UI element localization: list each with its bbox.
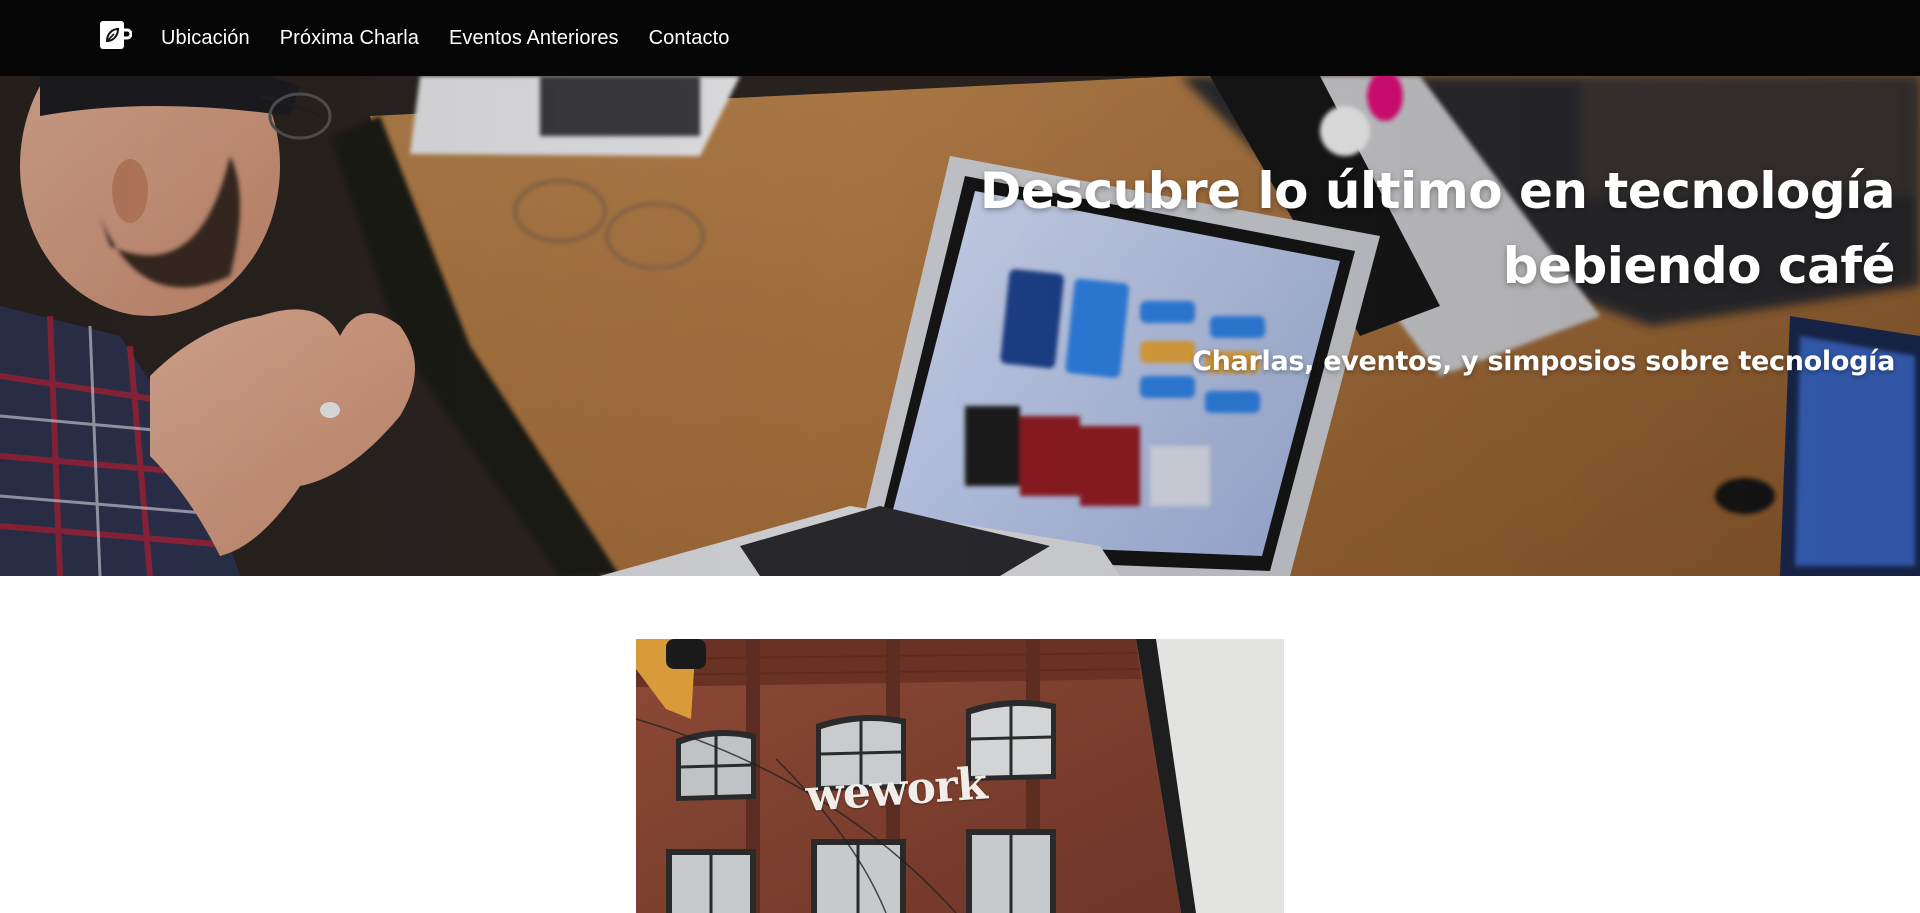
coffee-cup-logo-icon[interactable] [99, 20, 133, 52]
hero-subtitle: Charlas, eventos, y simposios sobre tecn… [1192, 346, 1895, 377]
nav-link-proxima-charla[interactable]: Próxima Charla [280, 27, 419, 50]
hero-banner: Descubre lo último en tecnología bebiend… [0, 76, 1920, 576]
hero-title-line1: Descubre lo último en tecnología [979, 162, 1896, 220]
hero-title: Descubre lo último en tecnología bebiend… [895, 154, 1896, 304]
hero-title-line2: bebiendo café [1502, 237, 1896, 295]
main-nav: Ubicación Próxima Charla Eventos Anterio… [161, 0, 730, 76]
nav-link-contacto[interactable]: Contacto [649, 27, 730, 50]
nav-link-eventos-anteriores[interactable]: Eventos Anteriores [449, 27, 619, 50]
hero-overlay [0, 76, 1920, 576]
location-building-image: wework [636, 639, 1284, 913]
top-navbar: Ubicación Próxima Charla Eventos Anterio… [0, 0, 1920, 76]
nav-link-ubicacion[interactable]: Ubicación [161, 27, 250, 50]
